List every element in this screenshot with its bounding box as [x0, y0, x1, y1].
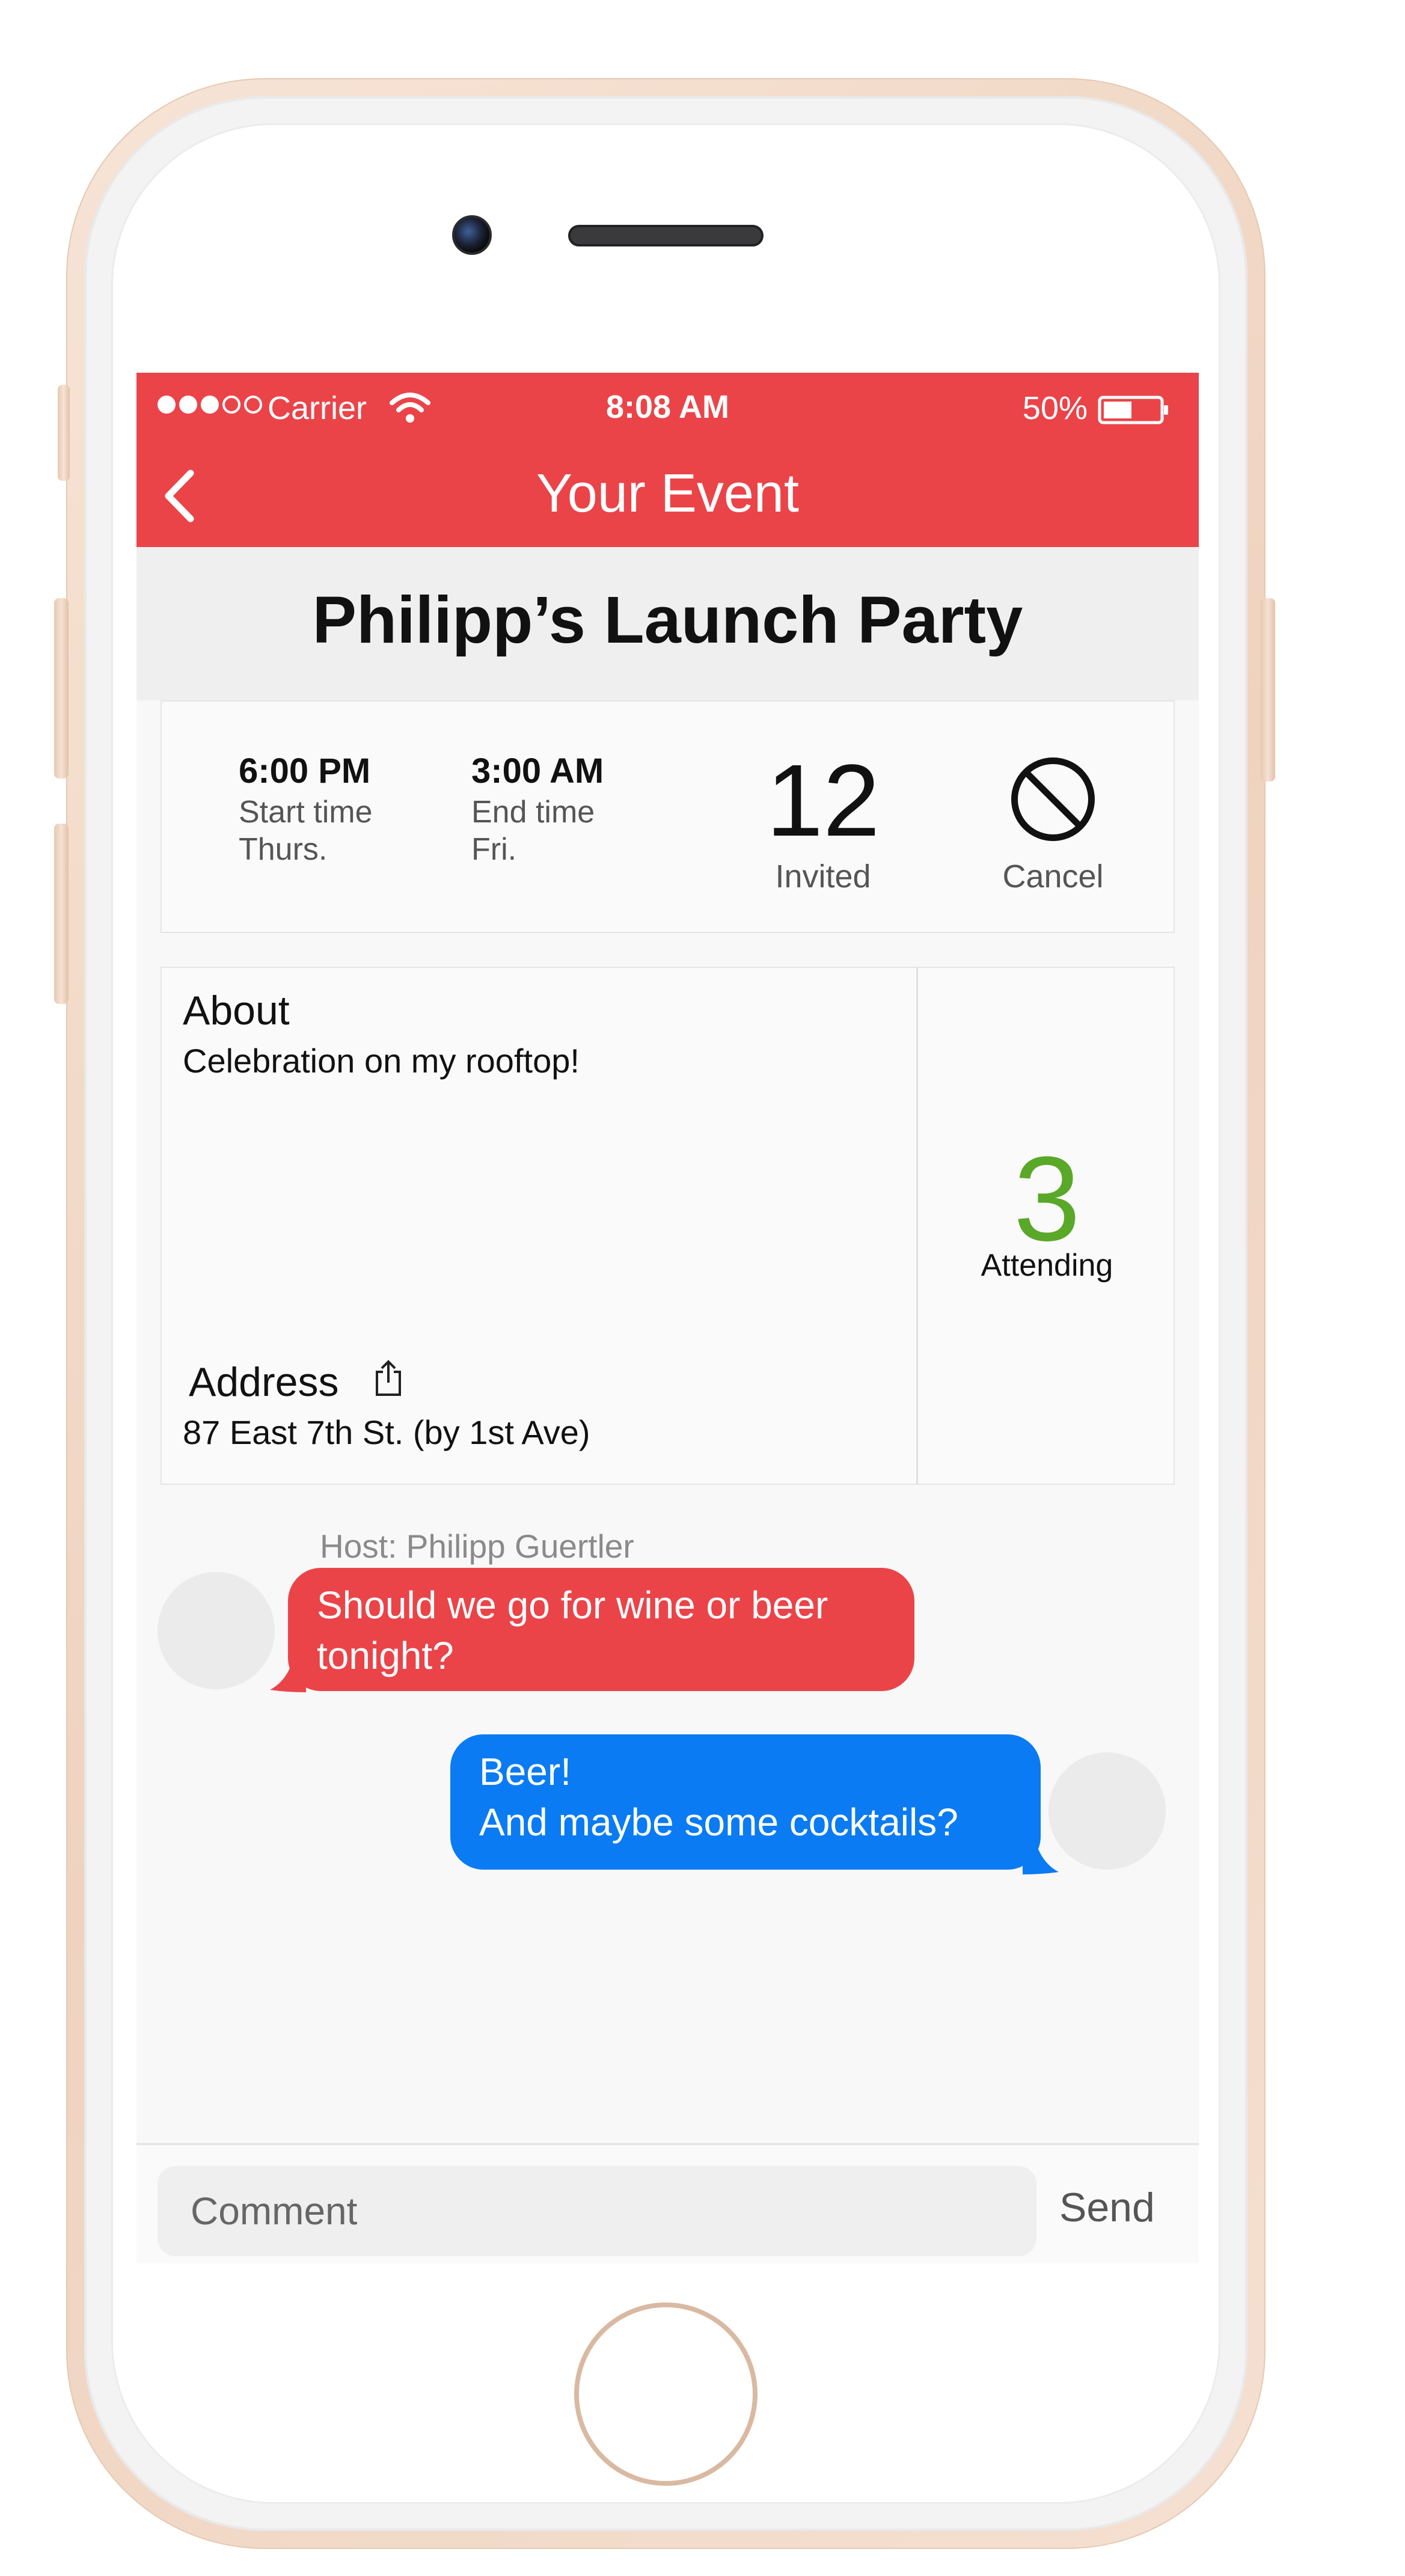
share-icon[interactable] [373, 1360, 403, 1397]
end-day: Fri. [471, 832, 517, 867]
battery-percentage: 50% [1022, 390, 1088, 426]
front-camera [452, 215, 492, 255]
volume-down-button [54, 824, 69, 1004]
app-screen: Carrier 8:08 AM 50% Your Event Philipp’s… [136, 373, 1199, 2263]
address-heading: Address [189, 1359, 339, 1405]
end-time-label: End time [471, 795, 595, 830]
send-button[interactable]: Send [1059, 2184, 1155, 2231]
page-title: Your Event [536, 463, 799, 524]
attending-label[interactable]: Attending [918, 1247, 1176, 1283]
chat-thread: Host: Philipp Guertler Should we go for … [136, 1503, 1199, 2143]
event-title: Philipp’s Launch Party [312, 583, 1023, 657]
address-text[interactable]: 87 East 7th St. (by 1st Ave) [183, 1413, 590, 1452]
end-time-value: 3:00 AM [471, 751, 604, 791]
invited-label[interactable]: Invited [739, 858, 907, 895]
host-avatar[interactable] [158, 1572, 275, 1689]
prohibited-icon[interactable] [1009, 756, 1097, 843]
start-day: Thurs. [239, 832, 328, 867]
power-button [1261, 598, 1275, 782]
start-time-block: 6:00 PM Start time Thurs. [239, 753, 373, 868]
user-avatar[interactable] [1048, 1752, 1166, 1870]
home-button[interactable] [574, 2302, 758, 2486]
event-title-strip: Philipp’s Launch Party [136, 547, 1199, 700]
start-time-value: 6:00 PM [239, 751, 371, 791]
start-time-label: Start time [239, 795, 373, 830]
mute-switch [58, 385, 70, 481]
comment-input[interactable] [158, 2166, 1036, 2256]
about-text: Celebration on my rooftop! [183, 1042, 580, 1080]
attending-count[interactable]: 3 [918, 1139, 1176, 1259]
event-details-card: About Celebration on my rooftop! Address… [161, 967, 1175, 1485]
battery-icon [1098, 396, 1168, 424]
status-bar: Carrier 8:08 AM 50% [136, 373, 1199, 442]
event-info-card: 6:00 PM Start time Thurs. 3:00 AM End ti… [161, 700, 1175, 933]
message-bubble-outgoing[interactable]: Beer! And maybe some cocktails? [450, 1734, 1041, 1870]
app-header: Carrier 8:08 AM 50% Your Event [136, 373, 1199, 547]
compose-bar: Send [136, 2145, 1199, 2263]
volume-up-button [54, 598, 69, 779]
end-time-block: 3:00 AM End time Fri. [471, 753, 604, 868]
earpiece-speaker [568, 225, 764, 246]
invited-count[interactable]: 12 [739, 750, 907, 852]
host-label: Host: Philipp Guertler [320, 1528, 634, 1565]
about-heading: About [183, 988, 290, 1033]
cancel-button[interactable]: Cancel [973, 858, 1133, 895]
message-bubble-incoming[interactable]: Should we go for wine or beer tonight? [288, 1568, 914, 1691]
navigation-bar: Your Event [136, 442, 1199, 547]
